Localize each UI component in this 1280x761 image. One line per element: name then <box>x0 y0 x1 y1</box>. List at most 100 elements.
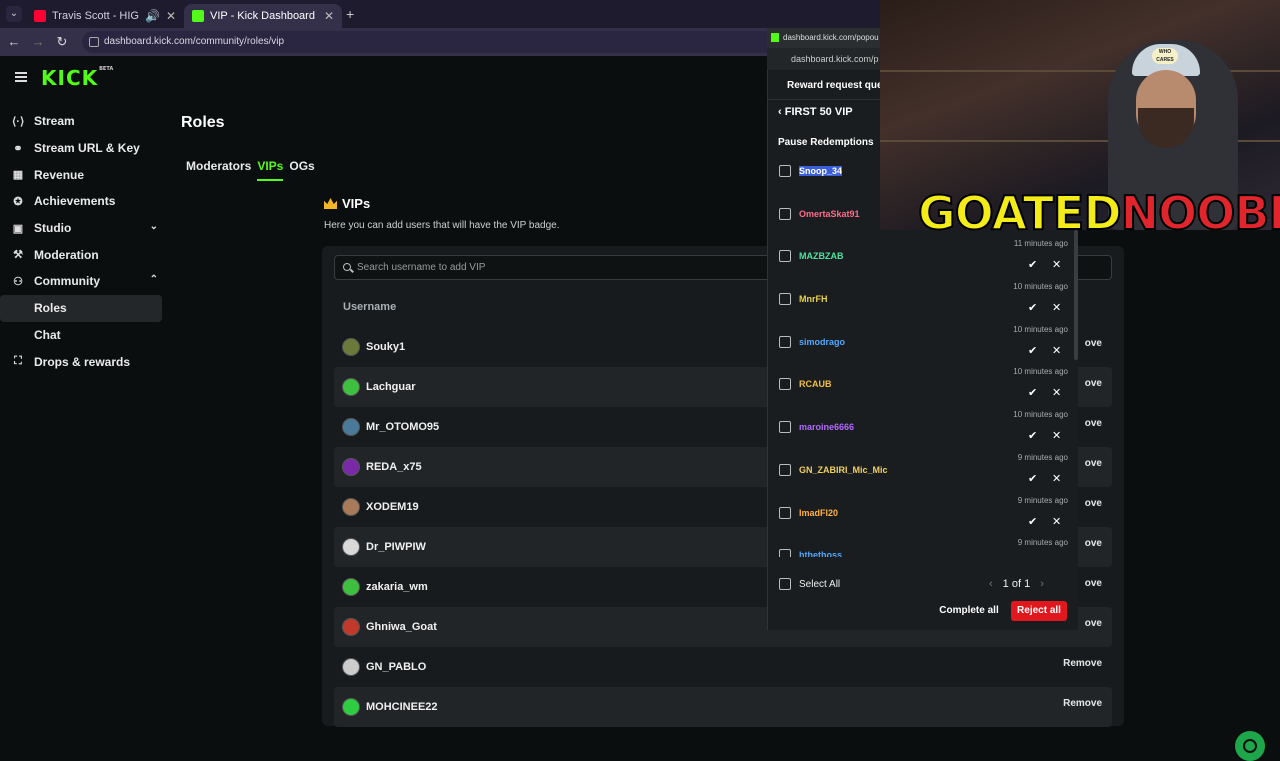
complete-all-button[interactable]: Complete all <box>935 601 1003 621</box>
vips-heading: VIPs <box>324 196 370 211</box>
sidebar-item-label: Community <box>34 274 100 289</box>
sidebar-item-revenue[interactable]: ▦ Revenue <box>0 161 170 188</box>
reject-all-button[interactable]: Reject all <box>1011 601 1067 621</box>
menu-icon[interactable] <box>15 72 27 82</box>
tab-moderators[interactable]: Moderators <box>186 159 251 181</box>
tab-vips[interactable]: VIPs <box>257 159 284 181</box>
approve-check-icon[interactable]: ✔ <box>1028 386 1037 399</box>
new-tab-button[interactable]: + <box>346 6 354 22</box>
community-icon: ⚇ <box>13 275 23 288</box>
redemption-checkbox[interactable] <box>779 207 791 220</box>
remove-vip-button[interactable]: ove <box>1085 618 1102 629</box>
revenue-icon: ▦ <box>12 169 24 182</box>
popup-footer: Select All ‹ 1 of 1 › Complete all Rejec… <box>767 570 1078 630</box>
reload-icon[interactable]: ↻ <box>54 34 70 50</box>
redemption-checkbox[interactable] <box>779 335 791 348</box>
remove-vip-button[interactable]: ove <box>1085 578 1102 589</box>
approve-check-icon[interactable]: ✔ <box>1028 301 1037 314</box>
approve-check-icon[interactable]: ✔ <box>1028 472 1037 485</box>
remove-vip-button[interactable]: ove <box>1085 498 1102 509</box>
back-to-rewards-button[interactable]: ‹ FIRST 50 VIP <box>778 106 853 118</box>
reject-x-icon[interactable]: ✕ <box>1052 344 1061 357</box>
youtube-icon <box>34 10 46 22</box>
sidebar-item-stream[interactable]: ⟨·⟩ Stream <box>0 108 170 135</box>
sidebar-item-drops-rewards[interactable]: ⛶ Drops & rewards <box>0 348 170 375</box>
back-arrow-icon[interactable]: ← <box>6 34 22 49</box>
reward-queue-title: Reward request que <box>787 80 880 91</box>
vip-username: MOHCINEE22 <box>366 701 438 713</box>
redemption-username: ImadFl20 <box>799 507 839 518</box>
sidebar-item-label: Stream URL & Key <box>34 141 140 156</box>
vip-username: zakaria_wm <box>366 581 428 593</box>
approve-check-icon[interactable]: ✔ <box>1028 344 1037 357</box>
select-all-checkbox[interactable] <box>779 578 791 590</box>
approve-check-icon[interactable]: ✔ <box>1028 429 1037 442</box>
kick-favicon-icon <box>192 10 204 22</box>
sidebar-item-label: Drops & rewards <box>34 354 131 369</box>
redemption-username: MnrFH <box>799 294 828 305</box>
sidebar-subitem-roles[interactable]: Roles <box>0 294 162 322</box>
redemption-checkbox[interactable] <box>779 421 791 434</box>
remove-vip-button[interactable]: Remove <box>1063 698 1102 709</box>
sidebar-item-achievements[interactable]: ✪ Achievements <box>0 188 170 215</box>
browser-tab-kick[interactable]: VIP - Kick Dashboard ✕ <box>184 4 342 28</box>
next-page-icon[interactable]: › <box>1040 578 1044 590</box>
remove-vip-button[interactable]: ove <box>1085 538 1102 549</box>
remove-vip-button[interactable]: ove <box>1085 458 1102 469</box>
beta-badge: BETA <box>99 66 114 72</box>
redemption-checkbox[interactable] <box>779 463 791 476</box>
prev-page-icon[interactable]: ‹ <box>989 578 993 590</box>
remove-vip-button[interactable]: ove <box>1085 418 1102 429</box>
popup-url-field[interactable]: dashboard.kick.com/p <box>767 48 880 70</box>
reject-x-icon[interactable]: ✕ <box>1052 429 1061 442</box>
forward-arrow-icon[interactable]: → <box>30 34 46 49</box>
redemption-scrollbar[interactable] <box>1074 230 1078 360</box>
approve-check-icon[interactable]: ✔ <box>1028 258 1037 271</box>
url-field[interactable]: dashboard.kick.com/community/roles/vip <box>82 31 782 53</box>
sidebar-item-moderation[interactable]: ⚒ Moderation <box>0 241 170 268</box>
sidebar-item-label: Moderation <box>34 247 99 262</box>
sidebar-subitem-chat[interactable]: Chat <box>0 322 162 349</box>
popup-url-title: dashboard.kick.com/popou <box>783 33 879 42</box>
vip-username: REDA_x75 <box>366 461 422 473</box>
avatar <box>342 578 360 596</box>
approve-check-icon[interactable]: ✔ <box>1028 515 1037 528</box>
redemption-username: maroine6666 <box>799 422 855 433</box>
close-tab-icon[interactable]: ✕ <box>324 9 334 23</box>
role-tabs: Moderators VIPs OGs <box>186 159 315 181</box>
redemption-checkbox[interactable] <box>779 549 791 557</box>
tab-title: Travis Scott - HIGHEST IN THE <box>52 10 139 22</box>
redemption-checkbox[interactable] <box>779 293 791 306</box>
speaker-icon[interactable]: 🔊 <box>145 9 160 23</box>
redemption-checkbox[interactable] <box>779 506 791 519</box>
remove-vip-button[interactable]: Remove <box>1063 658 1102 669</box>
kick-logo[interactable]: KICKBETA <box>41 66 113 90</box>
tab-ogs[interactable]: OGs <box>289 159 314 181</box>
remove-vip-button[interactable]: ove <box>1085 338 1102 349</box>
reject-x-icon[interactable]: ✕ <box>1052 258 1061 271</box>
chevron-up-icon[interactable]: ⌃ <box>150 274 158 285</box>
reject-x-icon[interactable]: ✕ <box>1052 386 1061 399</box>
reject-x-icon[interactable]: ✕ <box>1052 301 1061 314</box>
trophy-icon: ✪ <box>13 195 23 208</box>
crown-icon <box>324 198 337 209</box>
chevron-down-icon[interactable]: ⌄ <box>150 221 158 232</box>
sidebar-item-studio[interactable]: ▣ Studio ⌄ <box>0 215 170 242</box>
reject-x-icon[interactable]: ✕ <box>1052 472 1061 485</box>
studio-icon: ▣ <box>12 222 24 235</box>
redemption-time: 11 minutes ago <box>1013 239 1068 249</box>
redemption-checkbox[interactable] <box>779 378 791 391</box>
close-tab-icon[interactable]: ✕ <box>166 9 176 23</box>
remove-vip-button[interactable]: ove <box>1085 378 1102 389</box>
site-info-icon[interactable] <box>89 37 99 47</box>
sidebar-item-stream-url-key[interactable]: ⚭ Stream URL & Key <box>0 135 170 162</box>
browser-tab-youtube[interactable]: Travis Scott - HIGHEST IN THE 🔊 ✕ <box>26 4 184 28</box>
sidebar-item-community[interactable]: ⚇ Community ⌃ <box>0 268 170 295</box>
sidebar-item-label: Studio <box>34 221 72 236</box>
vip-username: Dr_PIWPIW <box>366 541 426 553</box>
redemption-checkbox[interactable] <box>779 165 791 177</box>
support-chat-button[interactable] <box>1235 731 1265 761</box>
redemption-checkbox[interactable] <box>779 250 791 263</box>
reject-x-icon[interactable]: ✕ <box>1052 515 1061 528</box>
tab-search-button[interactable]: ⌄ <box>6 6 22 22</box>
